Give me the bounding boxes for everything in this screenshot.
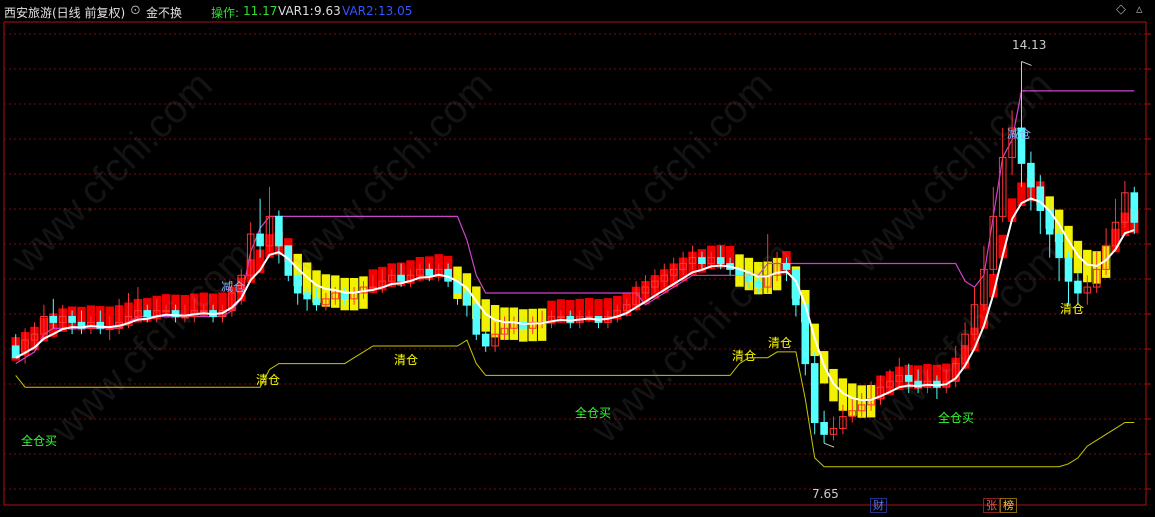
candle-body bbox=[425, 268, 434, 276]
op-label: 操作: bbox=[211, 6, 240, 20]
buy-signal-label: 全仓买 bbox=[21, 434, 58, 448]
clear-signal-label: 清仓 bbox=[732, 349, 757, 363]
indicator-name[interactable]: 金不换 bbox=[146, 4, 182, 21]
high-price-label: 14.13 bbox=[1012, 38, 1047, 52]
candle-body bbox=[1130, 192, 1139, 223]
candle-body bbox=[68, 316, 76, 323]
low-price-label: 7.65 bbox=[812, 487, 839, 501]
clear-signal-label: 清仓 bbox=[394, 353, 419, 367]
buy-signal-label: 全仓买 bbox=[938, 411, 975, 425]
dropdown-icon[interactable]: ⊙ bbox=[130, 3, 141, 18]
candle-body bbox=[463, 292, 471, 306]
candle-body bbox=[820, 422, 828, 435]
candle-body bbox=[1027, 162, 1035, 188]
candle-body bbox=[340, 292, 349, 300]
var1-label: VAR1: bbox=[278, 4, 314, 18]
candle-body bbox=[481, 333, 490, 347]
candle-body bbox=[585, 316, 593, 319]
finance-badge[interactable]: 财 bbox=[870, 498, 887, 513]
candle-body bbox=[275, 215, 283, 247]
var2-label: VAR2: bbox=[342, 4, 378, 18]
candle-body bbox=[716, 257, 725, 264]
candle-body bbox=[810, 363, 819, 424]
limit-up-badge[interactable]: 张 bbox=[983, 498, 1000, 513]
reduce-signal-label: 减仓 bbox=[221, 280, 246, 294]
low-marker-arrow bbox=[823, 442, 835, 448]
ranking-badge[interactable]: 榜 bbox=[1000, 498, 1017, 513]
candle-body bbox=[256, 233, 264, 247]
reduce-signal-label: 减仓 bbox=[1007, 127, 1032, 141]
candle-body bbox=[1036, 186, 1045, 211]
candle-body bbox=[293, 274, 302, 294]
diamond-icon[interactable]: ◇ bbox=[1116, 2, 1126, 17]
buy-signal-label: 全仓买 bbox=[575, 406, 612, 420]
clear-signal-label: 清仓 bbox=[768, 336, 793, 350]
signal-band-block bbox=[1073, 240, 1083, 274]
clear-signal-label: 清仓 bbox=[256, 373, 281, 387]
candle-body bbox=[369, 286, 377, 289]
candle-body bbox=[698, 257, 706, 264]
candle-body bbox=[49, 316, 58, 323]
candle-body bbox=[557, 316, 565, 319]
candle-body bbox=[303, 292, 311, 300]
var1-value: 9.63 bbox=[314, 4, 341, 18]
var2-value: 13.05 bbox=[378, 4, 413, 18]
candle-body bbox=[472, 304, 481, 335]
candle-body bbox=[105, 327, 114, 330]
op-value: 11.17 bbox=[243, 4, 278, 18]
chart-title: 西安旅游(日线 前复权) bbox=[4, 6, 126, 20]
signal-band-block bbox=[829, 368, 838, 402]
candle-body bbox=[312, 298, 321, 306]
clear-signal-label: 清仓 bbox=[1060, 302, 1085, 316]
candle-body bbox=[397, 274, 405, 282]
candle-body bbox=[1074, 280, 1082, 294]
menu-icon[interactable]: ▵ bbox=[1136, 2, 1143, 17]
